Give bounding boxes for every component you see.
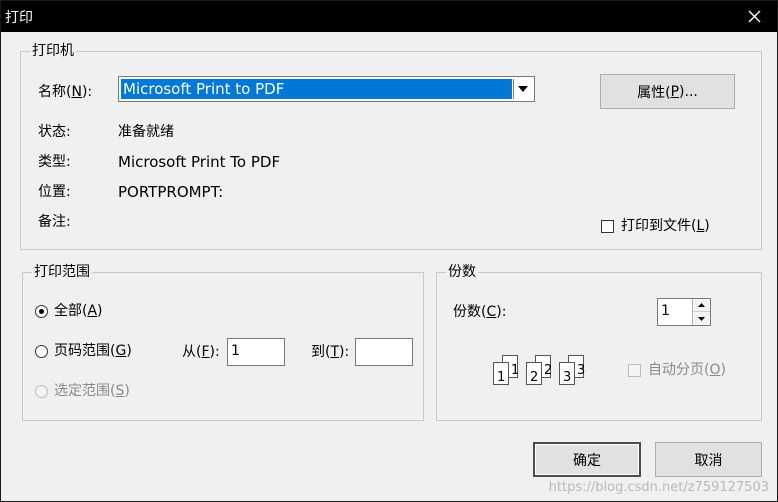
close-button[interactable]: [731, 1, 777, 32]
type-label: 类型:: [38, 154, 71, 170]
from-label: 从(F):: [182, 344, 220, 360]
chevron-down-icon: [518, 86, 528, 92]
collate-page-number: 3: [577, 363, 585, 378]
printer-select-value: Microsoft Print to PDF: [121, 79, 512, 99]
comment-label: 备注:: [38, 214, 71, 230]
collate-page-number: 3: [563, 370, 571, 385]
arrow-down-icon: [698, 316, 705, 321]
copies-label: 份数(C):: [453, 304, 507, 320]
collate-page-number: 1: [511, 363, 519, 378]
collate-set-3: 3 3: [559, 355, 585, 385]
to-page-input[interactable]: [355, 338, 413, 366]
from-page-input[interactable]: 1: [227, 338, 285, 366]
copies-decrement-button[interactable]: [693, 312, 710, 325]
print-dialog: 打印 打印机 名称(N): Microsoft Print to PDF 属性(…: [0, 0, 778, 502]
location-value: PORTPROMPT:: [118, 183, 224, 201]
cancel-button[interactable]: 取消: [655, 442, 762, 477]
status-label: 状态:: [38, 124, 71, 140]
copies-spin-buttons: [692, 299, 710, 325]
printer-group-legend: 打印机: [30, 42, 76, 60]
collate-set-1: 1 1: [493, 355, 519, 385]
printer-dropdown-button[interactable]: [513, 79, 532, 99]
copies-legend: 份数: [446, 263, 478, 281]
collate-page-number: 2: [544, 363, 552, 378]
range-pages-radio[interactable]: [35, 345, 48, 358]
arrow-up-icon: [698, 303, 705, 307]
range-selection-radio[interactable]: [35, 385, 48, 398]
window-title: 打印: [5, 10, 33, 26]
range-all-radio[interactable]: [35, 305, 48, 318]
collate-page-number: 1: [497, 370, 505, 385]
location-label: 位置:: [38, 184, 71, 200]
collate-label[interactable]: 自动分页(O): [648, 361, 726, 379]
range-all-label[interactable]: 全部(A): [54, 302, 103, 320]
copies-group: 份数: [436, 263, 762, 421]
title-bar: 打印: [1, 1, 777, 32]
collate-page-number: 2: [530, 370, 538, 385]
print-range-legend: 打印范围: [32, 263, 92, 281]
status-value: 准备就绪: [118, 124, 174, 140]
copies-value: 1: [661, 303, 670, 319]
collate-set-2: 2 2: [526, 355, 552, 385]
collate-illustration: 1 1 2 2 3 3: [493, 355, 585, 385]
watermark: https://blog.csdn.net/z759127503: [548, 480, 769, 495]
printer-name-label: 名称(N):: [38, 84, 93, 100]
copies-spinner[interactable]: 1: [657, 298, 711, 326]
properties-button[interactable]: 属性(P)...: [600, 74, 735, 109]
type-value: Microsoft Print To PDF: [118, 153, 281, 171]
range-selection-label[interactable]: 选定范围(S): [54, 382, 130, 400]
print-to-file-label[interactable]: 打印到文件(L): [621, 217, 710, 235]
print-to-file-checkbox[interactable]: [601, 220, 614, 233]
copies-increment-button[interactable]: [693, 299, 710, 312]
printer-select[interactable]: Microsoft Print to PDF: [118, 76, 535, 102]
ok-button[interactable]: 确定: [533, 442, 641, 477]
range-pages-label[interactable]: 页码范围(G): [54, 342, 132, 360]
close-icon: [748, 10, 760, 23]
to-label: 到(T):: [311, 344, 350, 360]
collate-checkbox[interactable]: [628, 364, 641, 377]
